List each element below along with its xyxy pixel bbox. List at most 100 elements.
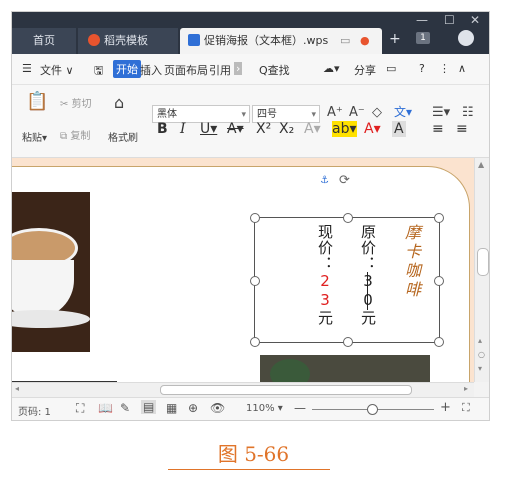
prev-page-icon[interactable]: ▴ [478,336,482,345]
grow-font-icon[interactable]: A⁺ [327,105,343,120]
zoom-out-icon[interactable]: — [294,401,306,415]
menu-search[interactable]: Q查找 [259,62,290,78]
fullscreen-icon[interactable]: ⛶ [76,401,84,416]
maximize-icon[interactable]: ☐ [444,13,455,27]
zoom-slider-thumb[interactable] [367,404,378,415]
resize-handle[interactable] [250,337,260,347]
zoom-value: 110% [246,403,275,414]
menu-layout[interactable]: 页面布局 [164,62,208,78]
web-view-icon[interactable]: ⊕ [188,401,198,415]
paste-button[interactable]: 粘贴▾ [22,129,47,144]
comment-icon[interactable]: ▭ [386,62,396,75]
tab-count-icon[interactable]: 1 [416,32,430,44]
outline-view-icon[interactable]: ▦ [166,401,177,415]
menu-insert[interactable]: 插入 [140,62,162,78]
menu-file-label: 文件 [40,64,62,77]
resize-handle[interactable] [434,276,444,286]
document-canvas[interactable]: ⚓ ⟳ 现价：23元 原价：30元 摩卡咖啡 [12,158,474,382]
more-options-icon[interactable]: ⋮ [439,62,450,75]
original-price-1: 原 [359,224,377,240]
bullet-list-icon[interactable]: ☰▾ [432,105,450,120]
format-painter-button[interactable]: 格式刷 [108,129,138,144]
copy-button[interactable]: ⧉ 复制 [60,127,90,142]
tab-template[interactable]: 稻壳模板 [78,28,178,54]
original-price-2: 价 [359,240,377,256]
underline-icon[interactable]: U▾ [200,121,217,137]
coffee-image-left[interactable] [12,192,90,352]
text-box[interactable]: 现价：23元 原价：30元 摩卡咖啡 [250,213,444,347]
menu-share[interactable]: 分享 [354,62,376,78]
char-shading-icon[interactable]: A [392,121,406,137]
text-effect-icon[interactable]: A▾ [304,121,321,137]
horizontal-scrollbar[interactable]: ◂ ▸ [12,382,474,397]
shrink-font-icon[interactable]: A⁻ [349,105,365,120]
more-tabs-icon[interactable]: › [234,62,243,75]
highlight-icon[interactable]: ab▾ [332,121,357,137]
original-price-5: 元 [359,310,377,326]
cut-button[interactable]: ✂ 剪切 [60,95,92,110]
hamburger-icon[interactable]: ☰ [22,62,32,75]
coffee-image-right[interactable] [260,355,430,382]
minimize-icon[interactable]: — [416,13,428,27]
resize-handle[interactable] [343,213,353,223]
superscript-icon[interactable]: X² [256,121,271,137]
brand-1: 摩 [402,224,421,243]
menu-reference[interactable]: 引用 [209,62,231,78]
read-mode-icon[interactable]: 📖 [98,401,113,415]
paste-icon[interactable]: 📋 [26,91,48,112]
subscript-icon[interactable]: X₂ [279,121,294,137]
resize-handle[interactable] [250,213,260,223]
collapse-ribbon-icon[interactable]: ∧ [458,62,466,75]
phonetic-guide-icon[interactable]: 文▾ [394,103,412,120]
wps-doc-icon [188,34,200,46]
save-icon[interactable]: 🖫 [94,62,103,81]
select-browse-icon[interactable]: ○ [478,350,485,359]
brand-column: 摩卡咖啡 [399,224,423,300]
write-mode-icon[interactable]: ✎ [120,401,130,415]
eye-protection-icon[interactable]: 👁 [210,401,225,415]
help-icon[interactable]: ? [419,62,425,75]
align-center-icon[interactable]: ≡ [456,121,468,137]
scroll-left-icon[interactable]: ◂ [15,384,19,393]
numbered-list-icon[interactable]: ☷ [462,105,474,120]
clear-format-icon[interactable]: ◇ [372,105,382,120]
avatar[interactable] [458,30,474,46]
paste-label: 粘贴 [22,133,42,144]
close-icon[interactable]: ✕ [470,13,480,27]
scroll-up-icon[interactable]: ▲ [478,160,484,169]
zoom-in-icon[interactable]: + [440,400,451,415]
menu-file[interactable]: 文件 ∨ [40,62,74,78]
vertical-scroll-thumb[interactable] [477,248,489,276]
horizontal-scroll-thumb[interactable] [160,385,412,395]
font-color-icon[interactable]: A▾ [364,121,381,137]
tab-window-icon[interactable]: ▭ [340,28,350,54]
tab-document[interactable]: 促销海报（文本框）.wps ▭ ● [180,28,382,54]
leaf-decoration [270,359,310,382]
format-painter-icon[interactable]: ⌂ [114,93,124,112]
resize-handle[interactable] [343,337,353,347]
new-tab-icon[interactable]: + [389,31,401,47]
bold-icon[interactable]: B [157,121,168,137]
next-page-icon[interactable]: ▾ [478,364,482,373]
align-left-icon[interactable]: ≡ [432,121,444,137]
unsaved-dot-icon: ● [360,34,370,47]
menu-start[interactable]: 开始 [113,60,141,78]
font-size-value: 四号 [257,109,277,120]
page-number[interactable]: 页码: 1 [18,403,51,418]
rotate-handle-icon[interactable]: ⟳ [339,173,350,188]
resize-handle[interactable] [434,213,444,223]
vertical-scrollbar[interactable]: ▲ ▴ ○ ▾ [474,158,489,382]
title-tab-bar: — ☐ ✕ 首页 稻壳模板 促销海报（文本框）.wps ▭ ● + 1 [12,12,489,54]
tab-home[interactable]: 首页 [12,28,76,54]
resize-handle[interactable] [434,337,444,347]
cloud-icon[interactable]: ☁▾ [323,62,340,75]
page-view-icon[interactable]: ▤ [141,400,157,414]
resize-handle[interactable] [250,276,260,286]
italic-icon[interactable]: I [180,121,186,137]
anchor-icon: ⚓ [320,175,329,186]
scroll-right-icon[interactable]: ▸ [464,384,468,393]
zoom-level[interactable]: 110% ▾ [246,403,283,414]
copy-label: 复制 [70,131,91,142]
fit-window-icon[interactable]: ⛶ [462,401,470,415]
strikethrough-icon[interactable]: A▾ [227,121,244,137]
